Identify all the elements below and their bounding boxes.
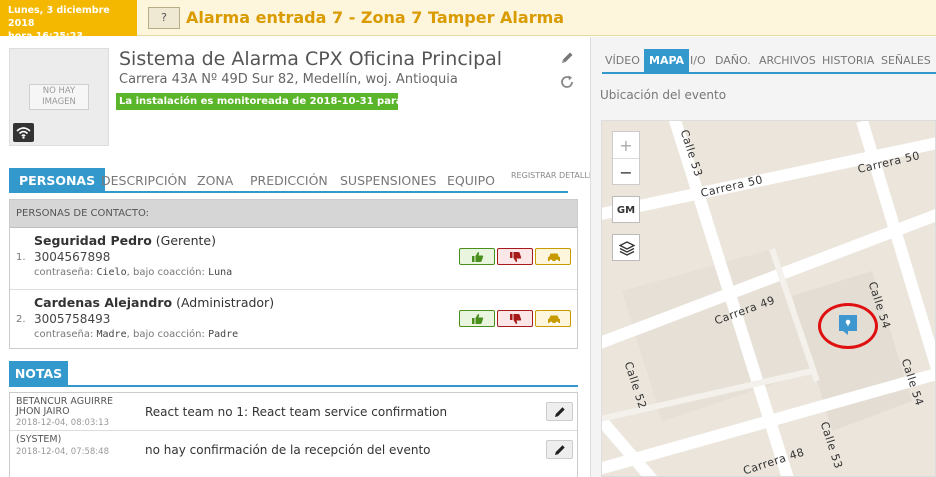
layers-icon: [619, 241, 635, 256]
tab-mapa[interactable]: MAPA: [644, 49, 690, 72]
contact-number: 2.: [16, 314, 26, 325]
tab-registrar-detalles[interactable]: REGISTRAR DETALLES: [511, 168, 599, 193]
time-label: hora 16:25:23: [8, 31, 83, 42]
thumbs-down-icon: [510, 252, 522, 262]
contact-phone[interactable]: 3004567898: [34, 250, 110, 264]
edit-note-button[interactable]: [546, 440, 573, 459]
reject-button[interactable]: [497, 310, 533, 327]
note-row: BETANCUR AGUIRRE JHON JAIRO 2018-12-04, …: [10, 393, 577, 430]
tab-personas[interactable]: PERSONAS: [9, 168, 106, 193]
notes-panel: BETANCUR AGUIRRE JHON JAIRO 2018-12-04, …: [9, 392, 578, 477]
password-label: contraseña:: [34, 267, 94, 278]
tab-equipo[interactable]: EQUIPO: [447, 168, 495, 193]
tab-io[interactable]: I/O: [690, 49, 706, 72]
contact-role: (Gerente): [155, 233, 216, 248]
thumbs-up-icon: [472, 252, 484, 262]
refresh-icon[interactable]: [559, 74, 577, 92]
tab-zona[interactable]: ZONA: [197, 168, 233, 193]
duress-value: Luna: [208, 267, 233, 278]
confirm-button[interactable]: [459, 248, 495, 265]
tab-archivos[interactable]: ARCHIVOS: [759, 49, 816, 72]
tab-historia[interactable]: HISTORIA: [822, 49, 874, 72]
gm-button[interactable]: GM: [612, 196, 640, 223]
duress-label: , bajo coacción:: [126, 329, 205, 340]
pencil-icon[interactable]: [559, 50, 577, 66]
contact-phone[interactable]: 3005758493: [34, 312, 110, 326]
tab-suspensiones[interactable]: SUSPENSIONES: [340, 168, 436, 193]
edit-note-button[interactable]: [546, 402, 573, 421]
thumbs-up-icon: [472, 314, 484, 324]
right-tabs: VÍDEO MAPA I/O DAÑO. ARCHIVOS HISTORIA S…: [602, 49, 936, 74]
dispatch-car-button[interactable]: [535, 310, 571, 327]
password-label: contraseña:: [34, 329, 94, 340]
location-label: Ubicación del evento: [600, 88, 727, 102]
tab-dano[interactable]: DAÑO.: [715, 49, 751, 72]
zoom-in-button[interactable]: +: [613, 132, 639, 159]
person-tabs: PERSONAS DESCRIPCIÓN ZONA PREDICCIÓN SUS…: [9, 168, 599, 193]
contact-role: (Administrador): [176, 295, 275, 310]
note-text: React team no 1: React team service conf…: [145, 405, 448, 419]
pencil-icon: [555, 445, 565, 455]
contact-passwords: contraseña: Cielo, bajo coacción: Luna: [34, 267, 232, 278]
note-author: (SYSTEM): [16, 434, 62, 445]
car-icon: [548, 315, 560, 325]
contacts-panel: PERSONAS DE CONTACTO: 1. Seguridad Pedro…: [9, 199, 578, 349]
contact-name: Seguridad Pedro: [34, 233, 152, 248]
thumbs-down-icon: [510, 314, 522, 324]
reject-button[interactable]: [497, 248, 533, 265]
duress-label: , bajo coacción:: [126, 267, 205, 278]
wifi-icon: [13, 123, 34, 142]
zoom-out-button[interactable]: −: [613, 159, 639, 186]
event-highlight-circle: [818, 303, 878, 349]
tab-prediccion[interactable]: PREDICCIÓN: [250, 168, 328, 193]
monitoring-badge: La instalación es monitoreada de 2018-10…: [116, 93, 398, 110]
notes-divider: [9, 385, 578, 387]
note-date: 2018-12-04, 08:03:13: [16, 418, 109, 428]
contact-number: 1.: [16, 252, 26, 263]
tab-descripcion[interactable]: DESCRIPCIÓN: [101, 168, 187, 193]
tab-notas[interactable]: NOTAS: [9, 361, 68, 386]
zoom-control: + −: [612, 131, 640, 185]
system-title: Sistema de Alarma CPX Oficina Principal: [119, 48, 503, 70]
tab-senales[interactable]: SEÑALES: [881, 49, 931, 72]
alarm-help-button[interactable]: ?: [148, 7, 180, 29]
date-label: Lunes, 3 diciembre 2018: [8, 5, 110, 29]
date-time-box: Lunes, 3 diciembre 2018 hora 16:25:23: [0, 0, 137, 42]
pencil-icon: [555, 407, 565, 417]
contact-name: Cardenas Alejandro: [34, 295, 173, 310]
note-date: 2018-12-04, 07:58:48: [16, 447, 109, 457]
password-value: Madre: [96, 329, 127, 340]
layers-button[interactable]: [612, 234, 640, 261]
note-text: no hay confirmación de la recepción del …: [145, 443, 431, 457]
contact-passwords: contraseña: Madre, bajo coacción: Padre: [34, 329, 238, 340]
contact-name-line: Cardenas Alejandro (Administrador): [34, 295, 274, 310]
duress-value: Padre: [208, 329, 239, 340]
alarm-title: Alarma entrada 7 - Zona 7 Tamper Alarma: [186, 8, 565, 27]
confirm-button[interactable]: [459, 310, 495, 327]
contact-row: 1. Seguridad Pedro (Gerente) 3004567898 …: [10, 228, 577, 288]
password-value: Cielo: [96, 267, 127, 278]
dispatch-car-button[interactable]: [535, 248, 571, 265]
car-icon: [548, 253, 560, 263]
contacts-header: PERSONAS DE CONTACTO:: [10, 200, 577, 228]
contact-name-line: Seguridad Pedro (Gerente): [34, 233, 216, 248]
no-image-placeholder: NO HAY IMAGEN: [29, 84, 89, 110]
note-author: BETANCUR AGUIRRE JHON JAIRO: [16, 396, 114, 417]
system-address: Carrera 43A Nº 49D Sur 82, Medellín, woj…: [119, 72, 458, 87]
tab-video[interactable]: VÍDEO: [605, 49, 640, 72]
contact-row: 2. Cardenas Alejandro (Administrador) 30…: [10, 289, 577, 349]
note-row: (SYSTEM) 2018-12-04, 07:58:48 no hay con…: [10, 430, 577, 467]
